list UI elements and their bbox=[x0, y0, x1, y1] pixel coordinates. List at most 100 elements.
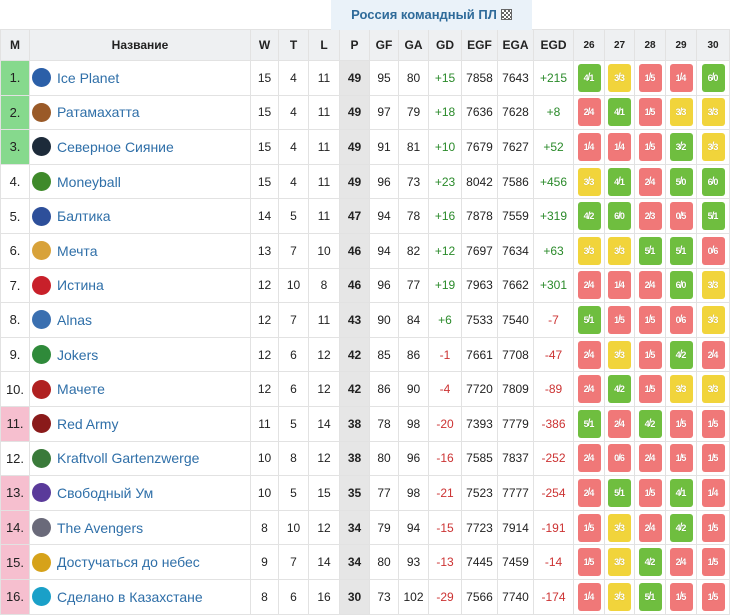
match-result-badge[interactable]: 5/1 bbox=[638, 582, 662, 611]
heaven-logo-icon[interactable] bbox=[32, 552, 51, 572]
match-result-badge[interactable]: 3/3 bbox=[608, 513, 631, 542]
col-header-t[interactable]: T bbox=[278, 29, 309, 61]
moneyball-logo-icon[interactable] bbox=[32, 172, 51, 192]
team-link[interactable]: Свободный Ум bbox=[57, 485, 153, 501]
match-result-badge[interactable]: 3/3 bbox=[669, 98, 693, 127]
jokers-logo-icon[interactable] bbox=[32, 345, 51, 365]
team-link[interactable]: Moneyball bbox=[57, 174, 121, 190]
match-result-badge[interactable]: 1/5 bbox=[608, 305, 631, 334]
match-result-badge[interactable]: 5/1 bbox=[638, 236, 662, 265]
match-result-badge[interactable]: 1/5 bbox=[638, 340, 662, 369]
match-result-badge[interactable]: 2/4 bbox=[638, 513, 662, 542]
match-result-badge[interactable]: 3/3 bbox=[577, 236, 601, 265]
match-result-badge[interactable]: 1/4 bbox=[608, 132, 631, 161]
match-result-badge[interactable]: 5/1 bbox=[577, 409, 601, 438]
match-result-badge[interactable]: 2/4 bbox=[577, 444, 601, 473]
team-link[interactable]: Ice Planet bbox=[57, 70, 119, 86]
team-link[interactable]: Истина bbox=[57, 277, 104, 293]
match-result-badge[interactable]: 2/4 bbox=[608, 409, 631, 438]
table-title[interactable]: Россия командный ПЛ bbox=[351, 0, 497, 30]
kazakhstan-logo-icon[interactable] bbox=[32, 587, 51, 607]
match-result-badge[interactable]: 1/5 bbox=[669, 409, 693, 438]
team-link[interactable]: Достучаться до небес bbox=[57, 554, 200, 570]
match-result-badge[interactable]: 3/3 bbox=[608, 548, 631, 577]
match-result-badge[interactable]: 3/3 bbox=[701, 271, 725, 300]
truth-logo-icon[interactable] bbox=[32, 275, 51, 295]
match-result-badge[interactable]: 2/4 bbox=[577, 340, 601, 369]
match-result-badge[interactable]: 1/5 bbox=[701, 548, 725, 577]
match-result-badge[interactable]: 1/5 bbox=[701, 582, 725, 611]
match-result-badge[interactable]: 1/5 bbox=[577, 548, 601, 577]
machete-logo-icon[interactable] bbox=[32, 379, 51, 399]
match-result-badge[interactable]: 4/2 bbox=[669, 340, 693, 369]
match-result-badge[interactable]: 2/3 bbox=[638, 202, 662, 231]
match-result-badge[interactable]: 1/4 bbox=[669, 63, 693, 92]
match-result-badge[interactable]: 2/4 bbox=[638, 444, 662, 473]
col-header-w[interactable]: W bbox=[250, 29, 279, 61]
northern-lights-logo-icon[interactable] bbox=[32, 137, 51, 157]
team-link[interactable]: Балтика bbox=[57, 208, 111, 224]
match-result-badge[interactable]: 6/0 bbox=[701, 167, 725, 196]
match-result-badge[interactable]: 3/3 bbox=[608, 63, 631, 92]
match-result-badge[interactable]: 0/6 bbox=[608, 444, 631, 473]
team-link[interactable]: The Avengers bbox=[57, 520, 143, 536]
avengers-logo-icon[interactable] bbox=[32, 518, 51, 538]
team-link[interactable]: Alnas bbox=[57, 312, 92, 328]
match-result-badge[interactable]: 1/5 bbox=[701, 513, 725, 542]
col-header-name[interactable]: Название bbox=[29, 29, 251, 61]
match-result-badge[interactable]: 1/5 bbox=[701, 409, 725, 438]
match-result-badge[interactable]: 1/5 bbox=[701, 444, 725, 473]
col-header-egf[interactable]: EGF bbox=[461, 29, 498, 61]
match-result-badge[interactable]: 6/0 bbox=[701, 63, 725, 92]
team-link[interactable]: Мечта bbox=[57, 243, 97, 259]
match-result-badge[interactable]: 1/5 bbox=[638, 305, 662, 334]
team-link[interactable]: Ратамахатта bbox=[57, 104, 140, 120]
match-result-badge[interactable]: 1/5 bbox=[669, 582, 693, 611]
match-result-badge[interactable]: 1/5 bbox=[577, 513, 601, 542]
team-link[interactable]: Kraftvoll Gartenzwerge bbox=[57, 450, 199, 466]
match-result-badge[interactable]: 0/6 bbox=[669, 305, 693, 334]
match-result-badge[interactable]: 5/1 bbox=[701, 202, 725, 231]
match-result-badge[interactable]: 3/3 bbox=[669, 375, 693, 404]
match-result-badge[interactable]: 4/2 bbox=[577, 202, 601, 231]
team-link[interactable]: Сделано в Казахстане bbox=[57, 589, 203, 605]
ice-planet-logo-icon[interactable] bbox=[32, 68, 51, 88]
match-result-badge[interactable]: 2/4 bbox=[701, 340, 725, 369]
match-result-badge[interactable]: 6/0 bbox=[608, 202, 631, 231]
col-header-ga[interactable]: GA bbox=[398, 29, 429, 61]
match-result-badge[interactable]: 3/3 bbox=[701, 305, 725, 334]
match-result-badge[interactable]: 1/4 bbox=[701, 478, 725, 507]
col-header-l[interactable]: L bbox=[308, 29, 340, 61]
col-header-p[interactable]: P bbox=[339, 29, 370, 61]
match-result-badge[interactable]: 3/3 bbox=[608, 582, 631, 611]
match-result-badge[interactable]: 3/3 bbox=[608, 340, 631, 369]
match-result-badge[interactable]: 2/4 bbox=[669, 548, 693, 577]
match-result-badge[interactable]: 5/1 bbox=[577, 305, 601, 334]
match-result-badge[interactable]: 4/1 bbox=[577, 63, 601, 92]
match-result-badge[interactable]: 0/6 bbox=[701, 236, 725, 265]
match-result-badge[interactable]: 5/1 bbox=[669, 236, 693, 265]
red-army-logo-icon[interactable] bbox=[32, 414, 51, 434]
match-result-badge[interactable]: 1/5 bbox=[638, 132, 662, 161]
match-result-badge[interactable]: 5/1 bbox=[608, 478, 631, 507]
match-result-badge[interactable]: 4/2 bbox=[638, 548, 662, 577]
match-result-badge[interactable]: 3/3 bbox=[701, 132, 725, 161]
match-result-badge[interactable]: 1/4 bbox=[577, 132, 601, 161]
match-result-badge[interactable]: 1/5 bbox=[638, 98, 662, 127]
col-header-gf[interactable]: GF bbox=[369, 29, 399, 61]
match-result-badge[interactable]: 2/4 bbox=[577, 271, 601, 300]
match-result-badge[interactable]: 1/5 bbox=[638, 63, 662, 92]
match-result-badge[interactable]: 4/1 bbox=[669, 478, 693, 507]
col-header-ega[interactable]: EGA bbox=[497, 29, 534, 61]
match-result-badge[interactable]: 3/3 bbox=[701, 98, 725, 127]
col-header-egd[interactable]: EGD bbox=[533, 29, 574, 61]
match-result-badge[interactable]: 4/2 bbox=[638, 409, 662, 438]
match-result-badge[interactable]: 4/1 bbox=[608, 98, 631, 127]
match-result-badge[interactable]: 6/0 bbox=[669, 271, 693, 300]
match-result-badge[interactable]: 0/5 bbox=[669, 202, 693, 231]
match-result-badge[interactable]: 3/3 bbox=[608, 236, 631, 265]
team-link[interactable]: Северное Сияние bbox=[57, 139, 174, 155]
match-result-badge[interactable]: 3/3 bbox=[577, 167, 601, 196]
mechta-logo-icon[interactable] bbox=[32, 241, 51, 261]
col-header-gd[interactable]: GD bbox=[428, 29, 462, 61]
